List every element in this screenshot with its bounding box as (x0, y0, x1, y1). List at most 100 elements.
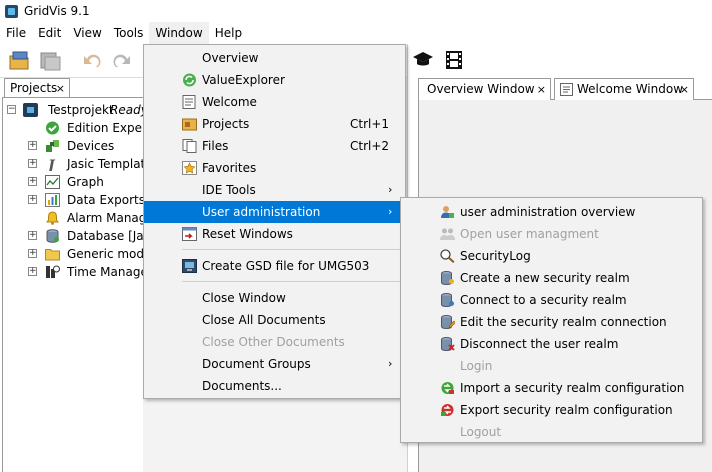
menu-item-create-gsd-file[interactable]: Create GSD file for UMG503 (144, 255, 405, 277)
tree-item-time-manager[interactable]: + Time Manager (3, 263, 144, 281)
menu-item-files[interactable]: Files Ctrl+2 (144, 135, 405, 157)
submenu-item-login: Login (460, 359, 493, 373)
menu-window[interactable]: Window (149, 22, 209, 44)
tree-item-label: Graph (67, 175, 104, 189)
tree-item-label: Devices (67, 139, 115, 153)
submenu-item-security-log[interactable]: SecurityLog (401, 245, 702, 267)
tree-item-jasic-template[interactable]: + J Jasic Template (3, 155, 144, 173)
tree-item-label: Jasic Template (67, 157, 144, 171)
menu-view[interactable]: View (67, 22, 107, 44)
database-icon (46, 229, 59, 243)
tree-item-generic-modbus[interactable]: + Generic modb (3, 245, 144, 263)
tree-item-devices[interactable]: + Devices (3, 137, 144, 155)
expand-toggle[interactable]: + (28, 177, 37, 186)
menu-item-close-all-documents[interactable]: Close All Documents (144, 309, 405, 331)
undo-icon[interactable] (80, 50, 104, 72)
tree-item-data-exports[interactable]: + Data Exports (3, 191, 144, 209)
menu-separator (182, 281, 400, 282)
window-title: GridVis 9.1 (24, 4, 90, 18)
graduation-cap-icon[interactable] (412, 50, 434, 70)
edit-realm-icon (441, 315, 455, 329)
submenu-arrow-icon: › (388, 183, 393, 196)
expand-toggle[interactable]: + (28, 231, 37, 240)
tree-item-alarm-manager[interactable]: Alarm Manage (3, 209, 144, 227)
submenu-item-user-admin-overview[interactable]: user administration overview (401, 201, 702, 223)
project-tree: − Testprojekt Ready Edition Expert + Dev… (2, 97, 144, 472)
jasic-icon: J (45, 158, 56, 171)
close-icon[interactable]: × (537, 79, 546, 100)
projects-icon (182, 118, 197, 131)
redo-icon[interactable] (110, 50, 134, 72)
project-root-icon (23, 103, 38, 117)
gsd-file-icon (182, 259, 197, 273)
save-all-icon[interactable] (38, 50, 62, 72)
tree-root-row[interactable]: − Testprojekt Ready (3, 101, 144, 119)
tree-item-label: Database [JanD (67, 229, 144, 243)
export-config-icon (441, 404, 454, 416)
tree-item-database[interactable]: + Database [JanD (3, 227, 144, 245)
menu-tools[interactable]: Tools (108, 22, 150, 44)
submenu-item-logout: Logout (460, 425, 502, 439)
expand-toggle[interactable]: + (28, 267, 37, 276)
open-project-icon[interactable] (8, 50, 32, 72)
expand-toggle[interactable]: + (28, 159, 37, 168)
tree-item-label: Data Exports (67, 193, 144, 207)
menu-item-welcome[interactable]: Welcome (144, 91, 405, 113)
tab-overview-window[interactable]: Overview Window × (418, 78, 551, 100)
projects-tab[interactable]: Projects × (4, 78, 70, 98)
time-manager-icon (46, 265, 60, 278)
projects-tab-label: Projects (10, 81, 58, 95)
submenu-arrow-icon: › (388, 205, 393, 218)
submenu-item-export-realm-config[interactable]: Export security realm configuration (401, 399, 702, 421)
submenu-item-create-security-realm[interactable]: Create a new security realm (401, 267, 702, 289)
menu-item-documents[interactable]: Documents... (144, 375, 405, 397)
film-strip-icon[interactable] (444, 50, 464, 70)
expand-toggle[interactable]: + (28, 195, 37, 204)
menu-item-favorites[interactable]: Favorites (144, 157, 405, 179)
submenu-item-disconnect-user-realm[interactable]: Disconnect the user realm (401, 333, 702, 355)
data-export-icon (45, 193, 60, 207)
value-explorer-icon (183, 73, 196, 87)
disconnect-realm-icon (441, 337, 455, 351)
menu-item-valueexplorer[interactable]: ValueExplorer (144, 69, 405, 91)
menu-item-close-other-documents: Close Other Documents (202, 335, 345, 349)
menu-item-user-administration[interactable]: User administration › (144, 201, 405, 223)
tree-item-edition-expert[interactable]: Edition Expert (3, 119, 144, 137)
menu-edit[interactable]: Edit (32, 22, 67, 44)
gridvis-app-icon (5, 4, 18, 18)
tab-welcome-window[interactable]: Welcome Window × (554, 78, 694, 100)
expand-toggle[interactable]: + (28, 141, 37, 150)
menu-separator (182, 249, 400, 250)
window-menu-dropdown: Overview ValueExplorer Welcome Projects … (143, 44, 406, 399)
favorites-icon (182, 161, 197, 175)
welcome-page-icon (560, 83, 573, 96)
tree-item-label: Time Manager (67, 265, 144, 279)
menu-file[interactable]: File (0, 22, 32, 44)
menu-item-close-window[interactable]: Close Window (144, 287, 405, 309)
collapse-toggle[interactable]: − (7, 105, 16, 114)
files-icon (182, 139, 197, 153)
menu-item-ide-tools[interactable]: IDE Tools › (144, 179, 405, 201)
menu-item-projects[interactable]: Projects Ctrl+1 (144, 113, 405, 135)
tree-item-graph[interactable]: + Graph (3, 173, 144, 191)
menu-item-overview[interactable]: Overview (144, 47, 405, 69)
projects-panel: Projects × − Testprojekt Ready Edition E… (0, 78, 144, 472)
project-root-label: Testprojekt (48, 103, 114, 117)
close-icon[interactable]: × (56, 79, 65, 98)
tab-label: Welcome Window (577, 82, 684, 96)
submenu-arrow-icon: › (388, 357, 393, 370)
submenu-item-edit-realm-connection[interactable]: Edit the security realm connection (401, 311, 702, 333)
menu-help[interactable]: Help (209, 22, 248, 44)
menu-item-document-groups[interactable]: Document Groups › (144, 353, 405, 375)
project-status: Ready (110, 103, 144, 117)
submenu-item-connect-security-realm[interactable]: Connect to a security realm (401, 289, 702, 311)
expand-toggle[interactable]: + (28, 249, 37, 258)
user-admin-icon (441, 206, 454, 218)
menu-bar: File Edit View Tools Window Help (0, 22, 712, 44)
close-icon[interactable]: × (680, 79, 689, 100)
connect-realm-icon (441, 293, 454, 307)
menu-item-reset-windows[interactable]: Reset Windows (144, 223, 405, 245)
submenu-item-import-realm-config[interactable]: Import a security realm configuration (401, 377, 702, 399)
check-circle-icon (46, 121, 59, 135)
tab-label: Overview Window (427, 82, 535, 96)
